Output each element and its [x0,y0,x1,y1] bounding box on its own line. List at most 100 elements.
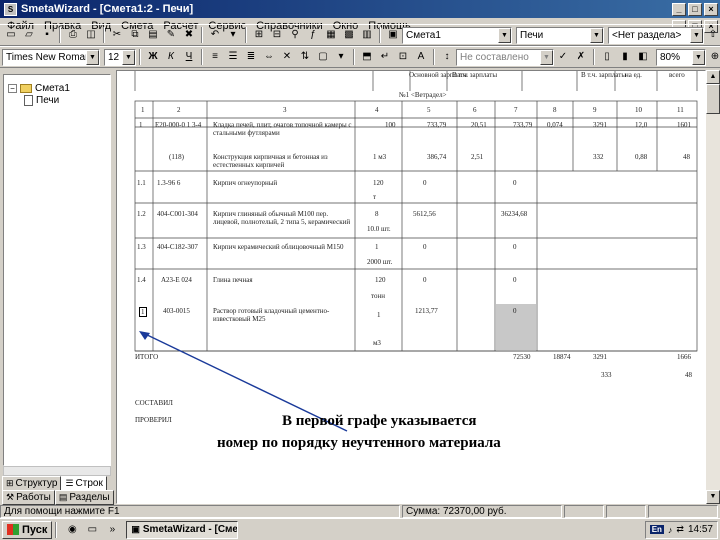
status-cell [606,504,646,518]
font-select[interactable]: Times New Roman ▼ [2,48,100,66]
zoom-select[interactable]: 80% ▼ [656,48,706,66]
clear-format-icon[interactable]: ✕ [279,49,295,65]
style-select[interactable]: Не составлено ▼ [456,48,554,66]
section-select[interactable]: Печи ▼ [516,26,604,44]
folder-icon [20,84,32,93]
align-right-icon[interactable]: ≣ [243,49,259,65]
tree-node-label: Печи [36,95,60,106]
language-indicator[interactable]: En [649,525,664,534]
row-qty: 1 [377,311,381,319]
font-select-value: Times New Roman [6,51,91,63]
subsection-select[interactable]: <Нет раздела> ▼ [608,26,704,44]
merge-icon[interactable]: ⇔ [261,49,277,65]
toolbar-separator [379,27,381,43]
tree-node-section[interactable]: Печи [24,95,59,106]
undo-dropdown-icon[interactable]: ▾ [225,27,241,43]
title-bar[interactable]: S SmetaWizard - [Смета1:2 - Печи] _ □ × [0,0,720,18]
border-dropdown-icon[interactable]: ▾ [333,49,349,65]
minimize-button[interactable]: _ [672,2,686,16]
close-button[interactable]: × [704,2,718,16]
panel-tabs-bottom: ⚒ Работы ▤ Разделы [2,490,114,505]
fill-color-icon[interactable]: ⬒ [359,49,375,65]
collapse-icon[interactable]: − [8,84,17,93]
chevron-down-icon[interactable]: ▼ [690,27,703,43]
chevron-down-icon[interactable]: ▼ [122,49,135,65]
tab-structure[interactable]: ⊞ Структур [2,476,62,491]
print-icon[interactable]: ⎙ [65,27,81,43]
taskbar: Пуск ◉ ▭ » ▣ SmetaWizard - [Смет... En ♪… [0,518,720,540]
estimate-icon[interactable]: ▣ [385,27,401,43]
paste-icon[interactable]: ▤ [145,27,161,43]
taskbar-separator [55,521,58,538]
row-name: Кирпич глиняный обычный М100 пер. лицево… [213,210,351,226]
desktop-icon[interactable]: ▭ [84,522,100,538]
chevron-right-icon[interactable]: » [104,522,120,538]
undo-icon[interactable]: ↶ [207,27,223,43]
copy-icon[interactable]: ⧉ [127,27,143,43]
format-painter-icon[interactable]: ✎ [163,27,179,43]
insert-column-icon[interactable]: ⊟ [269,27,285,43]
align-left-icon[interactable]: ≡ [207,49,223,65]
delete-icon[interactable]: ✖ [181,27,197,43]
bold-button[interactable]: Ж [145,49,161,65]
pages-icon[interactable]: ◧ [635,49,651,65]
new-icon[interactable]: ▭ [3,27,19,43]
apply-icon[interactable]: ✓ [555,49,571,65]
row-cell: 36234,68 [501,210,528,218]
preview-icon[interactable]: ◫ [83,27,99,43]
network-icon[interactable]: ⇄ [676,524,684,535]
chevron-down-icon[interactable]: ▼ [86,49,99,65]
start-label: Пуск [22,523,48,536]
col-number: 11 [677,106,684,114]
chevron-down-icon[interactable]: ▼ [498,27,511,43]
page-icon[interactable]: ▮ [617,49,633,65]
estimate-select[interactable]: Смета1 ▼ [402,26,512,44]
tab-rows[interactable]: ☰ Строк [61,476,107,491]
browser-icon[interactable]: ◉ [64,522,80,538]
col-number: 4 [375,106,379,114]
scroll-thumb[interactable] [706,84,720,114]
tree-node-estimate[interactable]: − Смета1 [8,83,70,94]
up-folder-icon[interactable]: ⇧ [705,27,720,43]
scroll-up-icon[interactable]: ▲ [706,70,720,84]
underline-button[interactable]: Ч [181,49,197,65]
lock-icon[interactable]: ⊡ [395,49,411,65]
page-setup-icon[interactable]: ▯ [599,49,615,65]
font-size-select[interactable]: 12 ▼ [104,48,136,66]
zoom-in-icon[interactable]: ⊕ [707,49,720,65]
sort-icon[interactable]: ⇅ [297,49,313,65]
start-button[interactable]: Пуск [2,520,53,539]
italic-button[interactable]: К [163,49,179,65]
maximize-button[interactable]: □ [688,2,702,16]
horizontal-scrollbar[interactable] [3,466,111,476]
estimate-sheet[interactable]: Основной зарплаты В т.ч. зарплаты В т.ч.… [116,70,706,504]
text-color-icon[interactable]: A [413,49,429,65]
structure-tree[interactable]: − Смета1 Печи [3,74,111,466]
grid-icon[interactable]: ▩ [341,27,357,43]
table-icon[interactable]: ▥ [359,27,375,43]
save-icon[interactable]: ▪ [39,27,55,43]
chevron-down-icon[interactable]: ▼ [540,49,553,65]
vertical-scrollbar[interactable]: ▲ ▼ [706,70,720,504]
filter-icon[interactable]: ⚲ [287,27,303,43]
wrap-icon[interactable]: ↵ [377,49,393,65]
chevron-down-icon[interactable]: ▼ [692,49,705,65]
cancel-icon[interactable]: ✗ [573,49,589,65]
calc-icon[interactable]: ▦ [323,27,339,43]
volume-icon[interactable]: ♪ [668,525,673,535]
open-icon[interactable]: ▱ [21,27,37,43]
row-qty: 120 [375,276,386,284]
border-icon[interactable]: ▢ [315,49,331,65]
tab-works[interactable]: ⚒ Работы [2,490,55,505]
row-code: 403-0015 [163,307,190,315]
tab-sections[interactable]: ▤ Разделы [54,490,114,505]
row-cell: 48 [683,153,690,161]
align-center-icon[interactable]: ☰ [225,49,241,65]
function-icon[interactable]: ƒ [305,27,321,43]
insert-row-icon[interactable]: ⊞ [251,27,267,43]
taskbar-app-button[interactable]: ▣ SmetaWizard - [Смет... [126,520,239,539]
height-icon[interactable]: ↕ [439,49,455,65]
scroll-down-icon[interactable]: ▼ [706,490,720,504]
chevron-down-icon[interactable]: ▼ [590,27,603,43]
cut-icon[interactable]: ✂ [109,27,125,43]
